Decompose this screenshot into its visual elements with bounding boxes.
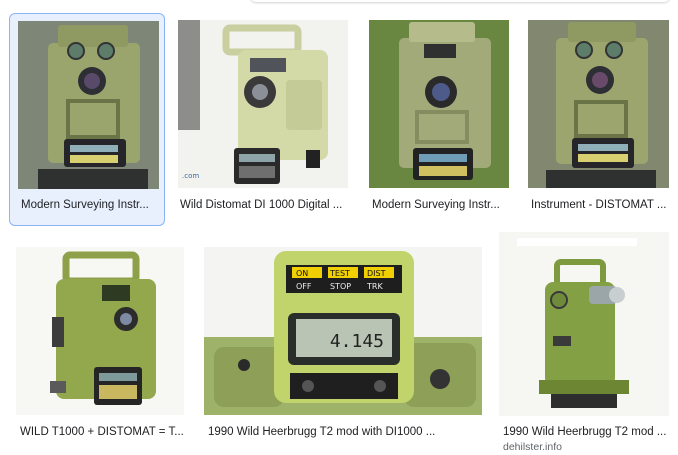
result-caption[interactable]: Wild Distomat DI 1000 Digital ...	[180, 198, 348, 212]
result-thumbnail[interactable]: ON TEST DIST OFF STOP TRK 4.145	[204, 247, 482, 415]
test-key-label: TEST	[329, 269, 350, 278]
result-thumbnail[interactable]	[528, 20, 669, 188]
result-thumbnail[interactable]: .com	[178, 20, 348, 188]
result-thumbnail[interactable]	[16, 247, 184, 415]
result-caption[interactable]: Modern Surveying Instr...	[372, 198, 509, 212]
distance-readout: 4.145	[330, 331, 384, 352]
result-caption[interactable]: 1990 Wild Heerbrugg T2 mod ...	[503, 425, 669, 439]
dist-key-label: DIST	[367, 269, 386, 278]
image-result-2[interactable]: .com Wild Distomat DI 1000 Digital ...	[178, 20, 350, 220]
image-result-4[interactable]: Instrument - DISTOMAT ...	[528, 20, 669, 220]
trk-key-label: TRK	[366, 282, 383, 291]
image-result-5[interactable]: WILD T1000 + DISTOMAT = T...	[16, 247, 186, 447]
image-result-3[interactable]: Modern Surveying Instr...	[369, 20, 512, 220]
svg-text:.com: .com	[182, 172, 199, 180]
result-thumbnail[interactable]	[18, 21, 159, 189]
result-caption[interactable]: Instrument - DISTOMAT ...	[531, 198, 669, 212]
on-key-label: ON	[296, 269, 308, 278]
result-thumbnail[interactable]	[499, 232, 669, 416]
result-thumbnail[interactable]	[369, 20, 509, 188]
image-result-6[interactable]: ON TEST DIST OFF STOP TRK 4.145 1990 Wil…	[204, 247, 484, 447]
image-result-1[interactable]: Modern Surveying Instr...	[9, 13, 165, 226]
result-caption[interactable]: Modern Surveying Instr...	[21, 198, 159, 212]
result-caption[interactable]: WILD T1000 + DISTOMAT = T...	[20, 425, 184, 439]
stop-key-label: STOP	[330, 282, 351, 291]
search-bar-edge	[0, 0, 678, 4]
result-caption[interactable]: 1990 Wild Heerbrugg T2 mod with DI1000 .…	[208, 425, 480, 439]
off-key-label: OFF	[296, 282, 312, 291]
image-result-7[interactable]: 1990 Wild Heerbrugg T2 mod ... dehilster…	[499, 232, 671, 454]
result-source[interactable]: dehilster.info	[503, 441, 562, 453]
